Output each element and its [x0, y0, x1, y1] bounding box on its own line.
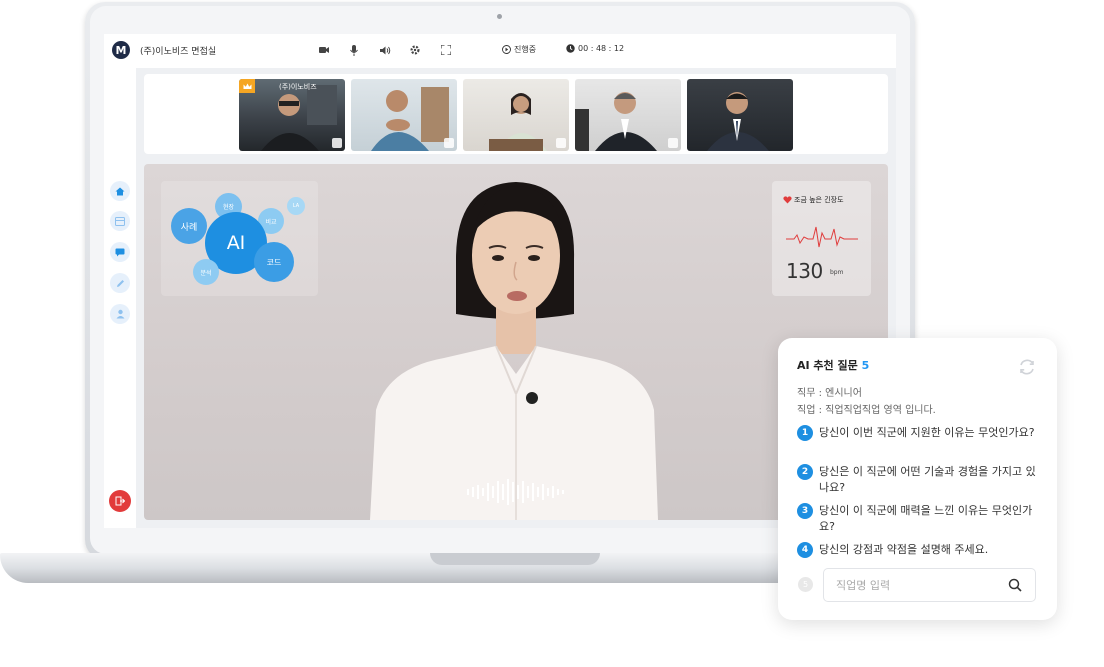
participant-avatar: [489, 93, 547, 151]
exit-icon: [115, 496, 125, 506]
heartbeat-line: [786, 226, 858, 248]
session-timer: 00 : 48 : 12: [566, 44, 624, 53]
participant-avatar: [707, 92, 769, 151]
sidebar-item-grid[interactable]: [110, 211, 130, 231]
participant-mic-icon: [444, 138, 454, 148]
participant-thumb-2[interactable]: [351, 79, 457, 151]
play-circle-icon: [502, 45, 511, 54]
video-icon[interactable]: [317, 43, 331, 57]
question-item[interactable]: 1 당신이 이번 직군에 지원한 이유는 무엇인가요?: [797, 425, 1037, 441]
laptop-notch: [430, 553, 600, 565]
question-card-title: AI 추천 질문 5: [797, 357, 869, 373]
participant-avatar: [575, 92, 657, 151]
heart-rate-value: 130: [786, 259, 823, 283]
clock-icon: [566, 44, 575, 53]
laptop-mockup-stage: M (주)이노비즈 면접실 진행중 00 : 48: 12 (주)이노비즈 사…: [0, 0, 1104, 667]
question-text: 당신의 강점과 약점을 설명해 주세요.: [819, 543, 989, 556]
left-sidebar: [104, 68, 136, 528]
app-logo: M: [112, 41, 130, 59]
sidebar-item-user[interactable]: [110, 304, 130, 324]
chat-icon: [115, 248, 125, 256]
top-bar: M (주)이노비즈 면접실 진행중 00 : 48: 12: [104, 34, 896, 68]
ai-keyword-card: 사례 현장 비교 LA AI 코드 분석: [161, 181, 318, 296]
question-number: 1: [797, 425, 813, 441]
sidebar-item-home[interactable]: [110, 181, 130, 201]
keyword-bubble: LA: [287, 197, 305, 215]
room-title: (주)이노비즈 면접실: [140, 47, 217, 57]
sidebar-item-chat[interactable]: [110, 242, 130, 262]
refresh-icon[interactable]: [1018, 358, 1036, 380]
participant-avatar: [371, 87, 449, 151]
participant-thumb-3[interactable]: [463, 79, 569, 151]
keyword-bubble: 분석: [193, 259, 219, 285]
status-label: 진행중: [514, 45, 537, 54]
user-icon: [116, 309, 124, 319]
speaker-icon[interactable]: [378, 43, 392, 57]
participant-mic-icon: [556, 138, 566, 148]
participant-thumb-5[interactable]: [687, 79, 793, 151]
mic-icon[interactable]: [347, 43, 361, 57]
ai-question-card: AI 추천 질문 5 직무 : 엔시니어 직업 : 직업직업직업 영역 입니다.…: [778, 338, 1057, 620]
keyword-bubble: 코드: [254, 242, 294, 282]
participant-thumb-4[interactable]: [575, 79, 681, 151]
keyword-bubble: 사례: [171, 208, 207, 244]
exit-button[interactable]: [109, 490, 131, 512]
participant-mic-icon: [332, 138, 342, 148]
main-video-feed: 사례 현장 비교 LA AI 코드 분석 조금 높은 긴장도 130 bpm: [144, 164, 888, 520]
participant-thumb-host[interactable]: (주)이노비즈: [239, 79, 345, 151]
heart-rate-unit: bpm: [830, 269, 844, 276]
home-icon: [115, 187, 125, 195]
sidebar-item-pen[interactable]: [110, 273, 130, 293]
host-name-label: (주)이노비즈: [279, 83, 317, 91]
question-title-text: AI 추천 질문: [797, 359, 858, 372]
laptop-camera: [497, 14, 502, 19]
question-number: 2: [797, 464, 813, 480]
question-number: 3: [797, 503, 813, 519]
timer-value: 00 : 48 : 12: [578, 44, 625, 53]
input-question-number: 5: [798, 577, 813, 592]
voice-waveform-icon: [467, 479, 564, 505]
question-item[interactable]: 2 당신은 이 직군에 어떤 기술과 경험을 가지고 있나요?: [797, 464, 1037, 496]
grid-icon: [115, 216, 125, 226]
participant-mic-icon: [668, 138, 678, 148]
tension-label: 조금 높은 긴장도: [794, 196, 844, 204]
job-title-input[interactable]: [823, 568, 1036, 602]
host-crown-icon: [239, 79, 255, 93]
participant-strip: (주)이노비즈: [144, 74, 888, 154]
question-text: 당신은 이 직군에 어떤 기술과 경험을 가지고 있나요?: [819, 465, 1036, 494]
question-text: 당신이 이번 직군에 지원한 이유는 무엇인가요?: [819, 426, 1035, 439]
settings-icon[interactable]: [408, 43, 422, 57]
question-item[interactable]: 3 당신이 이 직군에 매력을 느낀 이유는 무엇인가요?: [797, 503, 1037, 535]
job-line: 직무 : 엔시니어: [797, 388, 862, 399]
question-number: 4: [797, 542, 813, 558]
question-count: 5: [861, 359, 870, 372]
heart-rate-card: 조금 높은 긴장도 130 bpm: [772, 181, 871, 296]
search-icon[interactable]: [1008, 577, 1022, 596]
heart-icon: [783, 196, 792, 204]
pen-icon: [116, 279, 124, 287]
field-line: 직업 : 직업직업직업 영역 입니다.: [797, 405, 936, 416]
recording-status: 진행중: [502, 44, 536, 55]
fullscreen-icon[interactable]: [439, 43, 453, 57]
question-text: 당신이 이 직군에 매력을 느낀 이유는 무엇인가요?: [819, 504, 1033, 533]
question-item[interactable]: 4 당신의 강점과 약점을 설명해 주세요.: [797, 542, 1037, 558]
